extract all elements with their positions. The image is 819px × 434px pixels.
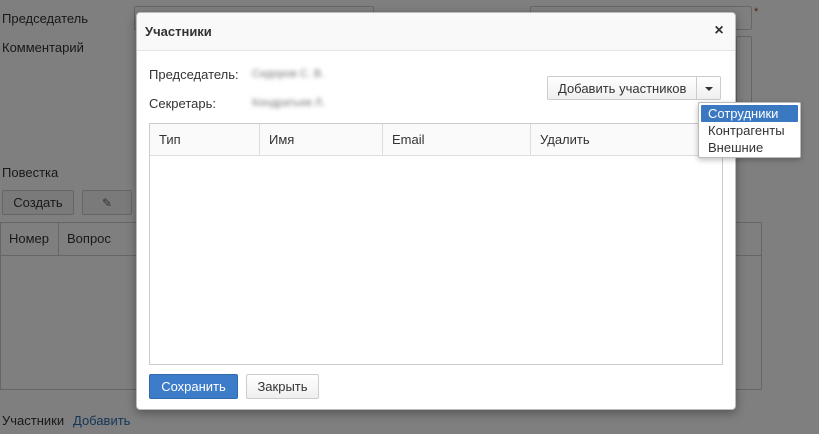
save-button[interactable]: Сохранить bbox=[149, 374, 238, 399]
modal-header: Участники × bbox=[137, 13, 735, 51]
participants-table-header: Тип Имя Email Удалить bbox=[150, 124, 722, 156]
close-icon[interactable]: × bbox=[711, 22, 727, 40]
add-participants-dropdown-toggle[interactable] bbox=[697, 76, 722, 100]
chairman-label: Председатель: bbox=[149, 67, 239, 82]
menu-item-counterparties[interactable]: Контрагенты bbox=[701, 122, 798, 139]
secretary-label: Секретарь: bbox=[149, 96, 216, 111]
close-button[interactable]: Закрыть bbox=[246, 374, 319, 399]
secretary-value: Кондратьев Л. bbox=[252, 97, 326, 109]
menu-item-external[interactable]: Внешние bbox=[701, 139, 798, 156]
col-name[interactable]: Имя bbox=[260, 124, 383, 155]
add-participants-menu: Сотрудники Контрагенты Внешние bbox=[698, 102, 801, 158]
participants-modal: Участники × Председатель: Сидоров С. В. … bbox=[136, 12, 801, 410]
participants-table: Тип Имя Email Удалить bbox=[149, 123, 723, 365]
chairman-value: Сидоров С. В. bbox=[252, 68, 325, 80]
col-delete[interactable]: Удалить bbox=[531, 124, 722, 155]
add-participants-split-button: Добавить участников bbox=[547, 76, 722, 100]
col-email[interactable]: Email bbox=[383, 124, 531, 155]
caret-down-icon bbox=[705, 87, 714, 91]
add-participants-button[interactable]: Добавить участников bbox=[547, 76, 698, 100]
modal-title: Участники bbox=[145, 24, 212, 39]
menu-item-employees[interactable]: Сотрудники bbox=[701, 105, 798, 122]
col-type[interactable]: Тип bbox=[150, 124, 260, 155]
